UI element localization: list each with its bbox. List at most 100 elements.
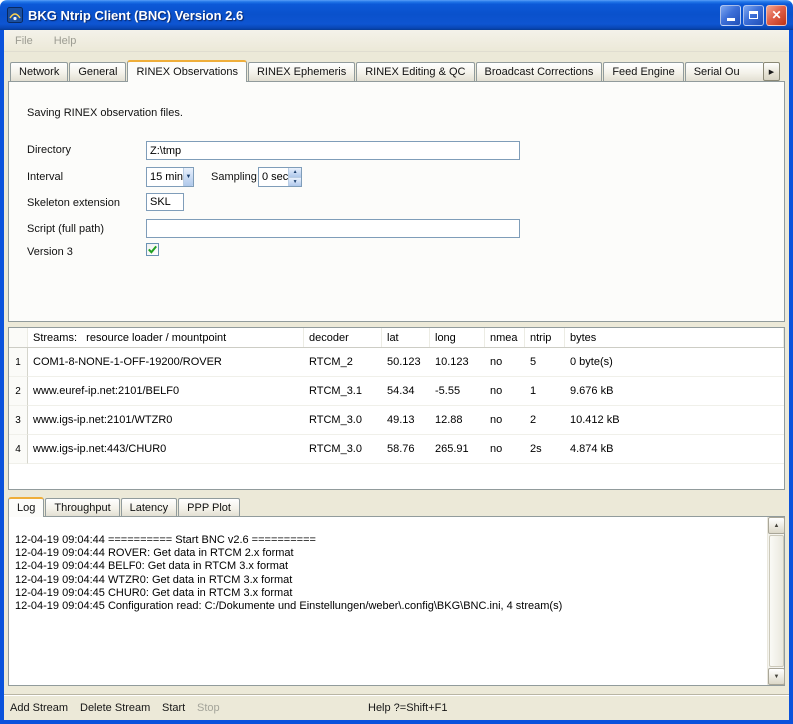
scroll-right-icon: ▶ (769, 68, 774, 76)
minimize-icon (727, 18, 735, 21)
check-icon (147, 244, 158, 255)
tab-rinex-editing-qc[interactable]: RINEX Editing & QC (356, 62, 474, 81)
interval-select[interactable]: 15 min ▼ (146, 167, 194, 187)
scroll-down-button[interactable]: ▼ (768, 668, 785, 685)
header-decoder: decoder (304, 328, 382, 347)
header-mountpoint: Streams: resource loader / mountpoint (28, 328, 304, 347)
version3-checkbox[interactable] (146, 243, 159, 256)
start-button[interactable]: Start (162, 702, 185, 714)
cell-decoder: RTCM_2 (304, 348, 382, 377)
cell-mountpoint: COM1-8-NONE-1-OFF-19200/ROVER (28, 348, 304, 377)
cell-decoder: RTCM_3.1 (304, 377, 382, 406)
table-row[interactable]: 4 www.igs-ip.net:443/CHUR0 RTCM_3.0 58.7… (9, 435, 784, 464)
cell-lat: 54.34 (382, 377, 430, 406)
interval-label: Interval (27, 171, 63, 183)
main-tab-bar: Network General RINEX Observations RINEX… (10, 59, 764, 81)
cell-long: 10.123 (430, 348, 485, 377)
tab-rinex-ephemeris[interactable]: RINEX Ephemeris (248, 62, 355, 81)
menu-bar: File Help (4, 30, 789, 52)
tab-ppp-plot[interactable]: PPP Plot (178, 498, 240, 516)
delete-stream-button[interactable]: Delete Stream (80, 702, 150, 714)
header-ntrip: ntrip (525, 328, 565, 347)
help-button[interactable]: Help ?=Shift+F1 (368, 702, 448, 714)
menu-file[interactable]: File (11, 33, 37, 49)
tab-scroll-right-button[interactable]: ▶ (763, 62, 780, 81)
row-number[interactable]: 1 (9, 348, 28, 377)
maximize-button[interactable] (743, 5, 764, 26)
maximize-icon (749, 11, 758, 19)
cell-ntrip: 2 (525, 406, 565, 435)
minimize-button[interactable] (720, 5, 741, 26)
tab-latency[interactable]: Latency (121, 498, 178, 516)
header-long: long (430, 328, 485, 347)
row-number[interactable]: 4 (9, 435, 28, 464)
window-controls: ✕ (720, 5, 787, 26)
cell-lat: 49.13 (382, 406, 430, 435)
directory-label: Directory (27, 144, 71, 156)
cell-long: 12.88 (430, 406, 485, 435)
log-scrollbar[interactable]: ▲ ▼ (767, 517, 784, 685)
tab-general[interactable]: General (69, 62, 126, 81)
cell-bytes: 10.412 kB (565, 406, 784, 435)
cell-bytes: 0 byte(s) (565, 348, 784, 377)
row-number[interactable]: 2 (9, 377, 28, 406)
window-title: BKG Ntrip Client (BNC) Version 2.6 (28, 8, 720, 23)
streams-table: Streams: resource loader / mountpoint de… (8, 327, 785, 490)
version3-label: Version 3 (27, 246, 73, 258)
tab-broadcast-corrections[interactable]: Broadcast Corrections (476, 62, 603, 81)
cell-long: -5.55 (430, 377, 485, 406)
cell-bytes: 4.874 kB (565, 435, 784, 464)
table-row[interactable]: 3 www.igs-ip.net:2101/WTZR0 RTCM_3.0 49.… (9, 406, 784, 435)
cell-bytes: 9.676 kB (565, 377, 784, 406)
log-line: 12-04-19 09:04:44 BELF0: Get data in RTC… (15, 560, 760, 573)
sampling-spin-buttons: ▲ ▼ (288, 168, 301, 186)
cell-nmea: no (485, 406, 525, 435)
cell-long: 265.91 (430, 435, 485, 464)
app-window: BKG Ntrip Client (BNC) Version 2.6 ✕ Fil… (0, 0, 793, 724)
log-line: 12-04-19 09:04:45 Configuration read: C:… (15, 600, 760, 613)
row-number[interactable]: 3 (9, 406, 28, 435)
scrollbar-thumb[interactable] (769, 535, 784, 667)
scroll-up-icon: ▲ (774, 523, 780, 529)
scroll-up-button[interactable]: ▲ (768, 517, 785, 534)
tab-log[interactable]: Log (8, 497, 44, 517)
script-input[interactable] (146, 219, 520, 238)
cell-nmea: no (485, 348, 525, 377)
cell-lat: 50.123 (382, 348, 430, 377)
close-button[interactable]: ✕ (766, 5, 787, 26)
cell-mountpoint: www.igs-ip.net:2101/WTZR0 (28, 406, 304, 435)
log-line: 12-04-19 09:04:44 WTZR0: Get data in RTC… (15, 574, 760, 587)
tab-feed-engine[interactable]: Feed Engine (603, 62, 683, 81)
spin-down-icon[interactable]: ▼ (289, 177, 301, 187)
stop-button[interactable]: Stop (197, 702, 220, 714)
skeleton-extension-input[interactable] (146, 193, 184, 211)
table-row[interactable]: 1 COM1-8-NONE-1-OFF-19200/ROVER RTCM_2 5… (9, 348, 784, 377)
scroll-down-icon: ▼ (774, 674, 780, 680)
cell-nmea: no (485, 377, 525, 406)
log-line: 12-04-19 09:04:44 ROVER: Get data in RTC… (15, 547, 760, 560)
table-header-row: Streams: resource loader / mountpoint de… (9, 328, 784, 348)
panel-description: Saving RINEX observation files. (27, 107, 183, 119)
tab-network[interactable]: Network (10, 62, 68, 81)
app-icon (7, 7, 23, 23)
cell-ntrip: 1 (525, 377, 565, 406)
menu-help[interactable]: Help (50, 33, 81, 49)
cell-lat: 58.76 (382, 435, 430, 464)
directory-input[interactable] (146, 141, 520, 160)
chevron-down-icon: ▼ (186, 174, 192, 180)
tab-rinex-observations[interactable]: RINEX Observations (127, 60, 246, 82)
skeleton-extension-label: Skeleton extension (27, 197, 120, 209)
title-bar: BKG Ntrip Client (BNC) Version 2.6 ✕ (0, 0, 793, 30)
spin-up-icon[interactable]: ▲ (289, 168, 301, 177)
add-stream-button[interactable]: Add Stream (10, 702, 68, 714)
header-lat: lat (382, 328, 430, 347)
cell-nmea: no (485, 435, 525, 464)
cell-decoder: RTCM_3.0 (304, 435, 382, 464)
tab-serial-output[interactable]: Serial Ou (685, 62, 763, 81)
interval-dropdown-button[interactable]: ▼ (183, 168, 193, 186)
tab-throughput[interactable]: Throughput (45, 498, 119, 516)
log-output[interactable]: 12-04-19 09:04:44 ========== Start BNC v… (8, 516, 785, 686)
sampling-spinner[interactable]: 0 sec ▲ ▼ (258, 167, 302, 187)
rinex-observations-panel: Saving RINEX observation files. Director… (8, 81, 785, 322)
table-row[interactable]: 2 www.euref-ip.net:2101/BELF0 RTCM_3.1 5… (9, 377, 784, 406)
